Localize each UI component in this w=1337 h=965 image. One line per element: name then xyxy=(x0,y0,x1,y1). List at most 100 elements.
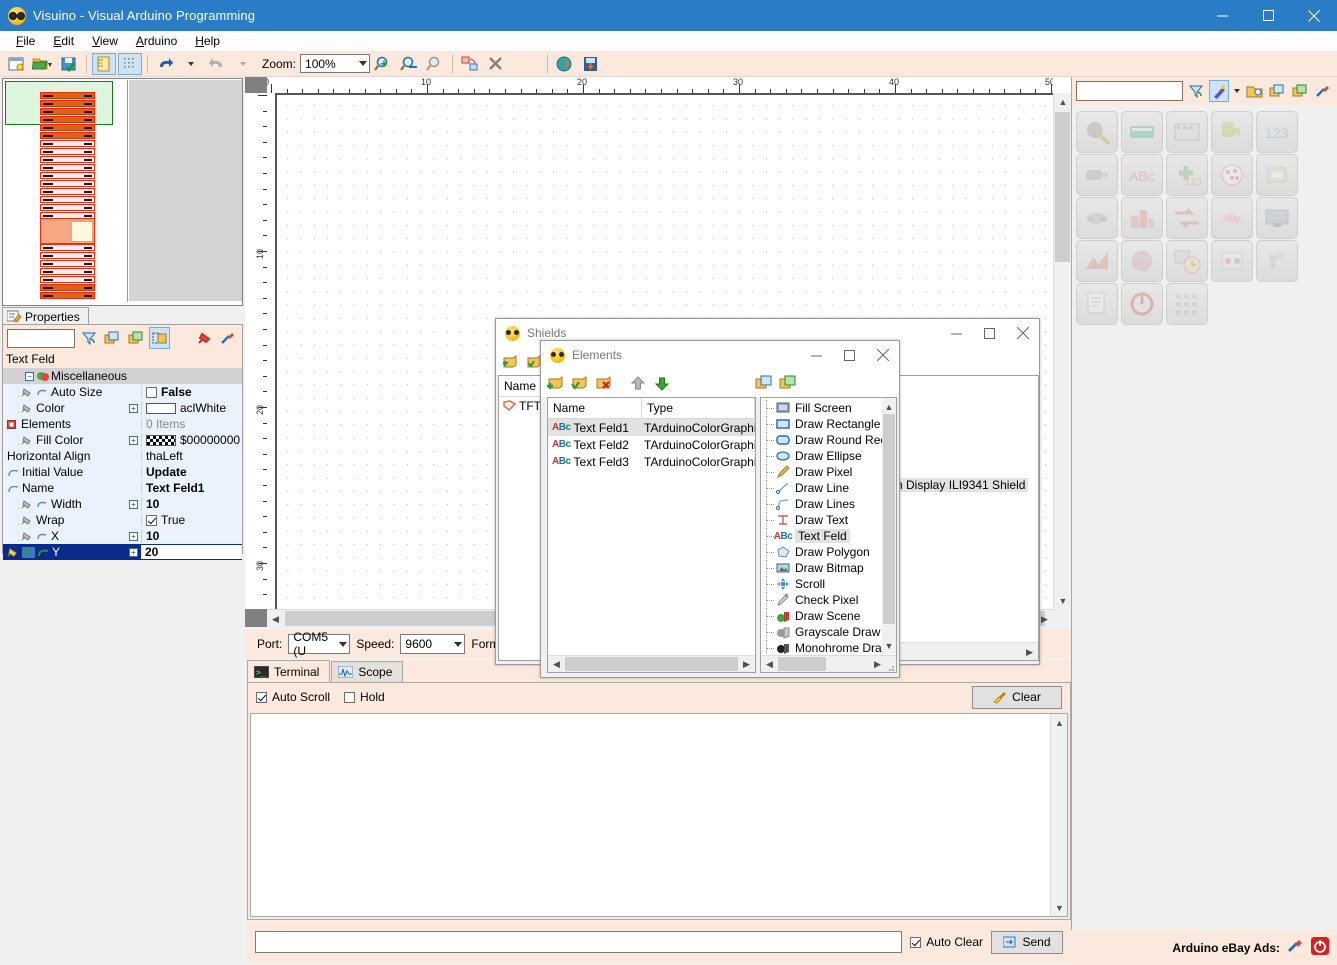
zoom-combo[interactable]: 100% xyxy=(300,54,371,73)
scroll-down-icon[interactable]: ▼ xyxy=(1051,899,1068,916)
tab-properties[interactable]: Properties xyxy=(2,307,89,325)
expand-all-icon[interactable] xyxy=(753,372,775,394)
scroll-right-icon[interactable]: ▶ xyxy=(869,656,886,672)
scroll-up-icon[interactable]: ▲ xyxy=(1051,714,1068,731)
zoom-out-icon[interactable] xyxy=(397,53,421,75)
delete-icon[interactable] xyxy=(484,53,508,75)
scroll-right-icon[interactable]: ▶ xyxy=(738,656,755,673)
add-element-icon[interactable] xyxy=(545,372,567,394)
palette-cell-motor-icon[interactable] xyxy=(1076,154,1118,196)
project-navigator-thumbnail[interactable] xyxy=(2,78,243,306)
palette-cell-convert-icon[interactable] xyxy=(1166,197,1208,239)
palette-cell-chart-icon[interactable] xyxy=(1076,240,1118,282)
tree-item-draw-lines[interactable]: Draw Lines xyxy=(761,496,882,512)
collapse-tree-icon[interactable] xyxy=(1290,80,1310,102)
horizontal-scroll-thumb[interactable] xyxy=(778,657,826,671)
scroll-up-icon[interactable]: ▲ xyxy=(1054,93,1072,110)
tree-item-check-pixel[interactable]: Check Pixel xyxy=(761,592,882,608)
undo-dropdown-icon[interactable] xyxy=(179,53,203,75)
collapse-icon[interactable]: − xyxy=(25,371,34,381)
add-icon[interactable] xyxy=(500,350,522,372)
power-off-icon[interactable] xyxy=(1311,937,1329,958)
palette-cell-puzzle-icon[interactable] xyxy=(1211,111,1253,153)
expand-icon[interactable]: + xyxy=(129,499,138,509)
pin-icon[interactable] xyxy=(193,327,214,349)
vertical-scroll-thumb[interactable] xyxy=(1055,112,1070,262)
sort-alpha-icon[interactable] xyxy=(126,327,147,349)
palette-cell-math-add-icon[interactable]: 123 xyxy=(1166,154,1208,196)
minimize-icon[interactable] xyxy=(800,341,833,369)
collection-icon[interactable]: ■ xyxy=(7,419,16,429)
tree-item-draw-rectangle[interactable]: Draw Rectangle xyxy=(761,416,882,432)
auto-scroll-option[interactable]: Auto Scroll xyxy=(256,690,330,704)
canvas-vertical-scrollbar[interactable]: ▲ ▼ xyxy=(1053,93,1071,609)
terminal-scrollbar[interactable]: ▲ ▼ xyxy=(1050,714,1067,916)
auto-clear-option[interactable]: Auto Clear xyxy=(910,935,983,949)
palette-cell-power-icon[interactable] xyxy=(1121,283,1163,325)
minimize-icon[interactable] xyxy=(940,319,973,347)
tree-item-draw-bitmap[interactable]: Draw Bitmap xyxy=(761,560,882,576)
tree-item-draw-ellipse[interactable]: Draw Ellipse xyxy=(761,448,882,464)
tree-item-draw-text[interactable]: Draw Text xyxy=(761,512,882,528)
wizard-icon[interactable] xyxy=(1209,80,1230,102)
palette-cell-analog-icon[interactable] xyxy=(1076,111,1118,153)
maximize-icon[interactable] xyxy=(973,319,1006,347)
menu-help[interactable]: Help xyxy=(186,32,229,50)
chevron-down-icon[interactable] xyxy=(1232,80,1241,102)
zoom-in-icon[interactable] xyxy=(371,53,395,75)
delete-element-icon[interactable] xyxy=(593,372,615,394)
menu-file[interactable]: File xyxy=(7,32,44,50)
scroll-left-icon[interactable]: ◀ xyxy=(267,610,284,628)
palette-cell-report-icon[interactable] xyxy=(1076,283,1118,325)
scroll-down-icon[interactable]: ▼ xyxy=(882,637,896,654)
undo-icon[interactable] xyxy=(153,53,177,75)
shields-tree-selected-item[interactable]: n Display ILI9341 Shield xyxy=(893,478,1029,492)
expand-icon[interactable]: + xyxy=(129,531,138,541)
properties-search-input[interactable] xyxy=(7,328,76,348)
compile-upload-icon[interactable] xyxy=(553,53,577,75)
auto-size-checkbox[interactable] xyxy=(146,386,157,398)
expand-all-icon[interactable] xyxy=(149,327,171,349)
tree-item-draw-round-rect[interactable]: Draw Round Rect xyxy=(761,432,882,448)
elements-list-row[interactable]: ABc Text Feld2 TArduinoColorGraphic. xyxy=(548,436,755,453)
property-row-group[interactable]: − Miscellaneous xyxy=(3,368,242,384)
group-by-category-icon[interactable] xyxy=(102,327,123,349)
expand-icon[interactable]: + xyxy=(129,547,138,557)
palette-cell-industrial-icon[interactable] xyxy=(1121,197,1163,239)
hold-checkbox[interactable] xyxy=(344,691,356,703)
elements-tree-hscrollbar[interactable]: ◀ ▶ xyxy=(761,655,896,672)
color-swatch[interactable] xyxy=(146,402,176,414)
palette-cell-clock-calendar-icon[interactable] xyxy=(1166,240,1208,282)
horizontal-scroll-thumb[interactable] xyxy=(565,657,738,671)
elements-list-row[interactable]: ABc Text Feld1 TArduinoColorGraphic. xyxy=(548,419,755,436)
elements-tree-vscrollbar[interactable]: ▲ ▼ xyxy=(882,398,896,654)
palette-cell-arduino-board-icon[interactable] xyxy=(1121,111,1163,153)
tab-terminal[interactable]: >_ Terminal xyxy=(247,660,331,682)
elements-list[interactable]: Name Type ABc Text Feld1 TArduinoColorGr… xyxy=(547,397,756,673)
open-project-icon[interactable] xyxy=(31,53,55,75)
new-project-icon[interactable] xyxy=(5,53,29,75)
property-row-y[interactable]: Y + 20 xyxy=(3,544,242,560)
open-folder-icon[interactable] xyxy=(1244,80,1264,102)
palette-cell-display-icon[interactable] xyxy=(1256,197,1298,239)
scroll-up-icon[interactable]: ▲ xyxy=(882,398,896,415)
tree-item-grayscale-draw-s[interactable]: Grayscale Draw S xyxy=(761,624,882,640)
speed-combo[interactable]: 9600 xyxy=(400,634,466,654)
redo-icon[interactable] xyxy=(205,53,229,75)
elements-list-row[interactable]: ABc Text Feld3 TArduinoColorGraphic. xyxy=(548,453,755,470)
clear-button[interactable]: Clear xyxy=(972,685,1062,709)
property-row-elements[interactable]: ■ Elements 0 Items xyxy=(3,416,242,432)
maximize-icon[interactable] xyxy=(1245,0,1291,31)
settings-icon[interactable] xyxy=(217,327,238,349)
filter-icon[interactable] xyxy=(78,327,99,349)
property-row-width[interactable]: Width + 10 xyxy=(3,496,242,512)
tree-item-monohrome-draw[interactable]: Monohrome Draw xyxy=(761,640,882,654)
elements-type-tree[interactable]: Fill Screen Draw Rectangle Draw Round Rect… xyxy=(760,397,897,673)
palette-cell-hand-icon[interactable] xyxy=(1211,197,1253,239)
close-icon[interactable] xyxy=(1006,319,1039,347)
menu-arduino[interactable]: Arduino xyxy=(127,32,186,50)
terminal-output[interactable]: ▲ ▼ xyxy=(250,713,1068,917)
tree-item-draw-pixel[interactable]: Draw Pixel xyxy=(761,464,882,480)
scroll-right-icon[interactable]: ▶ xyxy=(1021,643,1038,661)
palette-cell-matrix-icon[interactable] xyxy=(1166,283,1208,325)
